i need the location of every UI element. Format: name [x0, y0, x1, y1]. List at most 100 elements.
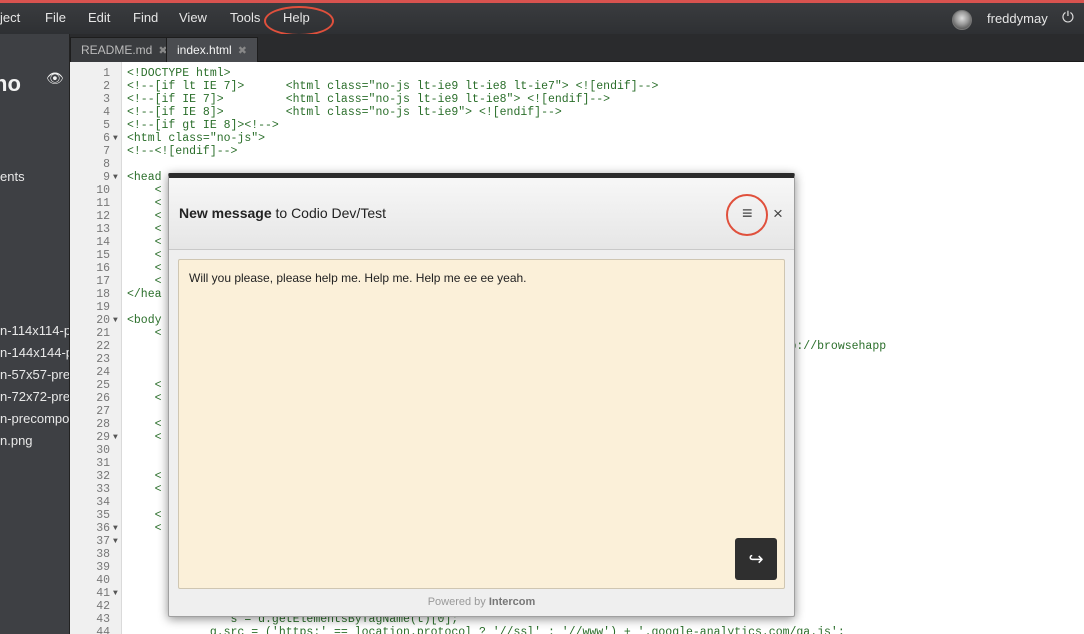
- menu-view[interactable]: View: [179, 10, 207, 25]
- code-text: <: [127, 249, 162, 262]
- avatar[interactable]: [952, 10, 972, 30]
- tab-bar: README.md ✖ index.html ✖: [70, 34, 1084, 62]
- fold-arrow-icon[interactable]: ▼: [113, 314, 118, 327]
- tab-index-html[interactable]: index.html ✖: [166, 37, 258, 62]
- line-number: 18: [96, 288, 110, 301]
- line-number: 20: [96, 314, 110, 327]
- fold-arrow-icon[interactable]: ▼: [113, 431, 118, 444]
- line-number: 14: [96, 236, 110, 249]
- fold-arrow-icon[interactable]: ▼: [113, 171, 118, 184]
- code-line[interactable]: 8: [70, 158, 1084, 171]
- powered-by: Powered by Intercom: [427, 596, 536, 608]
- fold-arrow-icon[interactable]: ▼: [113, 535, 118, 548]
- line-number: 22: [96, 340, 110, 353]
- line-number: 5: [103, 119, 110, 132]
- line-number: 42: [96, 600, 110, 613]
- power-icon[interactable]: ⏻: [1062, 9, 1074, 26]
- line-number: 11: [96, 197, 110, 210]
- message-dialog: New message to Codio Dev/Test ≡ × Will y…: [168, 173, 795, 617]
- code-text: <: [127, 470, 162, 483]
- line-number: 36: [96, 522, 110, 535]
- line-number: 2: [103, 80, 110, 93]
- code-line[interactable]: 2 <!--[if lt IE 7]> <html class="no-js lt…: [70, 80, 1084, 93]
- line-number: 26: [96, 392, 110, 405]
- code-text: <!DOCTYPE html>: [127, 67, 231, 80]
- close-tab-icon[interactable]: ✖: [238, 45, 247, 57]
- sidebar-file[interactable]: n.png: [0, 433, 33, 448]
- line-number: 29: [96, 431, 110, 444]
- send-button[interactable]: ↪: [735, 538, 777, 580]
- line-number: 15: [96, 249, 110, 262]
- code-text: <: [127, 327, 162, 340]
- sidebar-file[interactable]: n-114x114-p: [0, 323, 69, 338]
- sidebar-file[interactable]: n-precompos: [0, 411, 69, 426]
- menu-project[interactable]: ject: [0, 10, 20, 25]
- fold-arrow-icon[interactable]: ▼: [113, 522, 118, 535]
- line-number: 13: [96, 223, 110, 236]
- line-number: 37: [96, 535, 110, 548]
- line-number: 43: [96, 613, 110, 626]
- tab-readme[interactable]: README.md ✖: [70, 37, 179, 62]
- line-number: 24: [96, 366, 110, 379]
- line-number: 10: [96, 184, 110, 197]
- code-text: <: [127, 483, 162, 496]
- line-number: 1: [103, 67, 110, 80]
- line-number: 30: [96, 444, 110, 457]
- username[interactable]: freddymay: [987, 11, 1048, 26]
- fold-arrow-icon[interactable]: ▼: [113, 132, 118, 145]
- line-number: 33: [96, 483, 110, 496]
- code-text: <: [127, 431, 162, 444]
- menu-edit[interactable]: Edit: [88, 10, 110, 25]
- message-text: Will you please, please help me. Help me…: [189, 271, 527, 285]
- sidebar-file[interactable]: n-144x144-p: [0, 345, 69, 360]
- line-number: 34: [96, 496, 110, 509]
- line-number: 27: [96, 405, 110, 418]
- code-line[interactable]: 5 <!--[if gt IE 8]><!-->: [70, 119, 1084, 132]
- line-number: 9: [103, 171, 110, 184]
- code-text: <: [127, 197, 162, 210]
- code-text: <!--<![endif]-->: [127, 145, 238, 158]
- fold-arrow-icon[interactable]: ▼: [113, 587, 118, 600]
- code-line[interactable]: 6 ▼ <html class="no-js">: [70, 132, 1084, 145]
- sidebar-file[interactable]: n-57x57-prec: [0, 367, 69, 382]
- line-number: 23: [96, 353, 110, 366]
- code-text: <: [127, 392, 162, 405]
- line-number: 6: [103, 132, 110, 145]
- code-text: <!--[if lt IE 7]> <html class="no-js lt-…: [127, 80, 659, 93]
- code-text: <!--[if IE 8]> <html class="no-js lt-ie9…: [127, 106, 562, 119]
- menu-tools[interactable]: Tools: [230, 10, 260, 25]
- code-text: <head: [127, 171, 162, 184]
- close-icon[interactable]: ×: [773, 204, 783, 224]
- code-text: <: [127, 262, 162, 275]
- menu-find[interactable]: Find: [133, 10, 158, 25]
- line-number: 28: [96, 418, 110, 431]
- sidebar: no 👁 ents n-114x114-p n-144x144-p n-57x5…: [0, 34, 70, 634]
- code-text: <: [127, 223, 162, 236]
- line-number: 35: [96, 509, 110, 522]
- code-text: </hea: [127, 288, 162, 301]
- intercom-brand[interactable]: Intercom: [489, 596, 535, 608]
- dialog-title: New message to Codio Dev/Test: [179, 205, 386, 221]
- code-line[interactable]: 3 <!--[if IE 7]> <html class="no-js lt-ie…: [70, 93, 1084, 106]
- line-number: 3: [103, 93, 110, 106]
- line-number: 7: [103, 145, 110, 158]
- menu-file[interactable]: File: [45, 10, 66, 25]
- sidebar-file[interactable]: ents: [0, 169, 25, 184]
- code-text: <: [127, 522, 162, 535]
- tab-label: index.html: [177, 43, 232, 57]
- code-line[interactable]: 44 g.src = ('https:' == location.protoco…: [70, 626, 1084, 634]
- code-text: <: [127, 184, 162, 197]
- eye-icon[interactable]: 👁: [46, 70, 64, 87]
- code-line[interactable]: 7 <!--<![endif]-->: [70, 145, 1084, 158]
- hamburger-menu-icon[interactable]: ≡: [742, 203, 753, 224]
- line-number: 19: [96, 301, 110, 314]
- line-number: 41: [96, 587, 110, 600]
- code-line[interactable]: 1 <!DOCTYPE html>: [70, 67, 1084, 80]
- message-textarea[interactable]: Will you please, please help me. Help me…: [178, 259, 785, 589]
- menubar: ject File Edit Find View Tools Help fred…: [0, 0, 1084, 36]
- code-text: <body: [127, 314, 162, 327]
- line-number: 4: [103, 106, 110, 119]
- send-arrow-icon: ↪: [748, 549, 764, 569]
- code-line[interactable]: 4 <!--[if IE 8]> <html class="no-js lt-ie…: [70, 106, 1084, 119]
- sidebar-file[interactable]: n-72x72-pre: [0, 389, 69, 404]
